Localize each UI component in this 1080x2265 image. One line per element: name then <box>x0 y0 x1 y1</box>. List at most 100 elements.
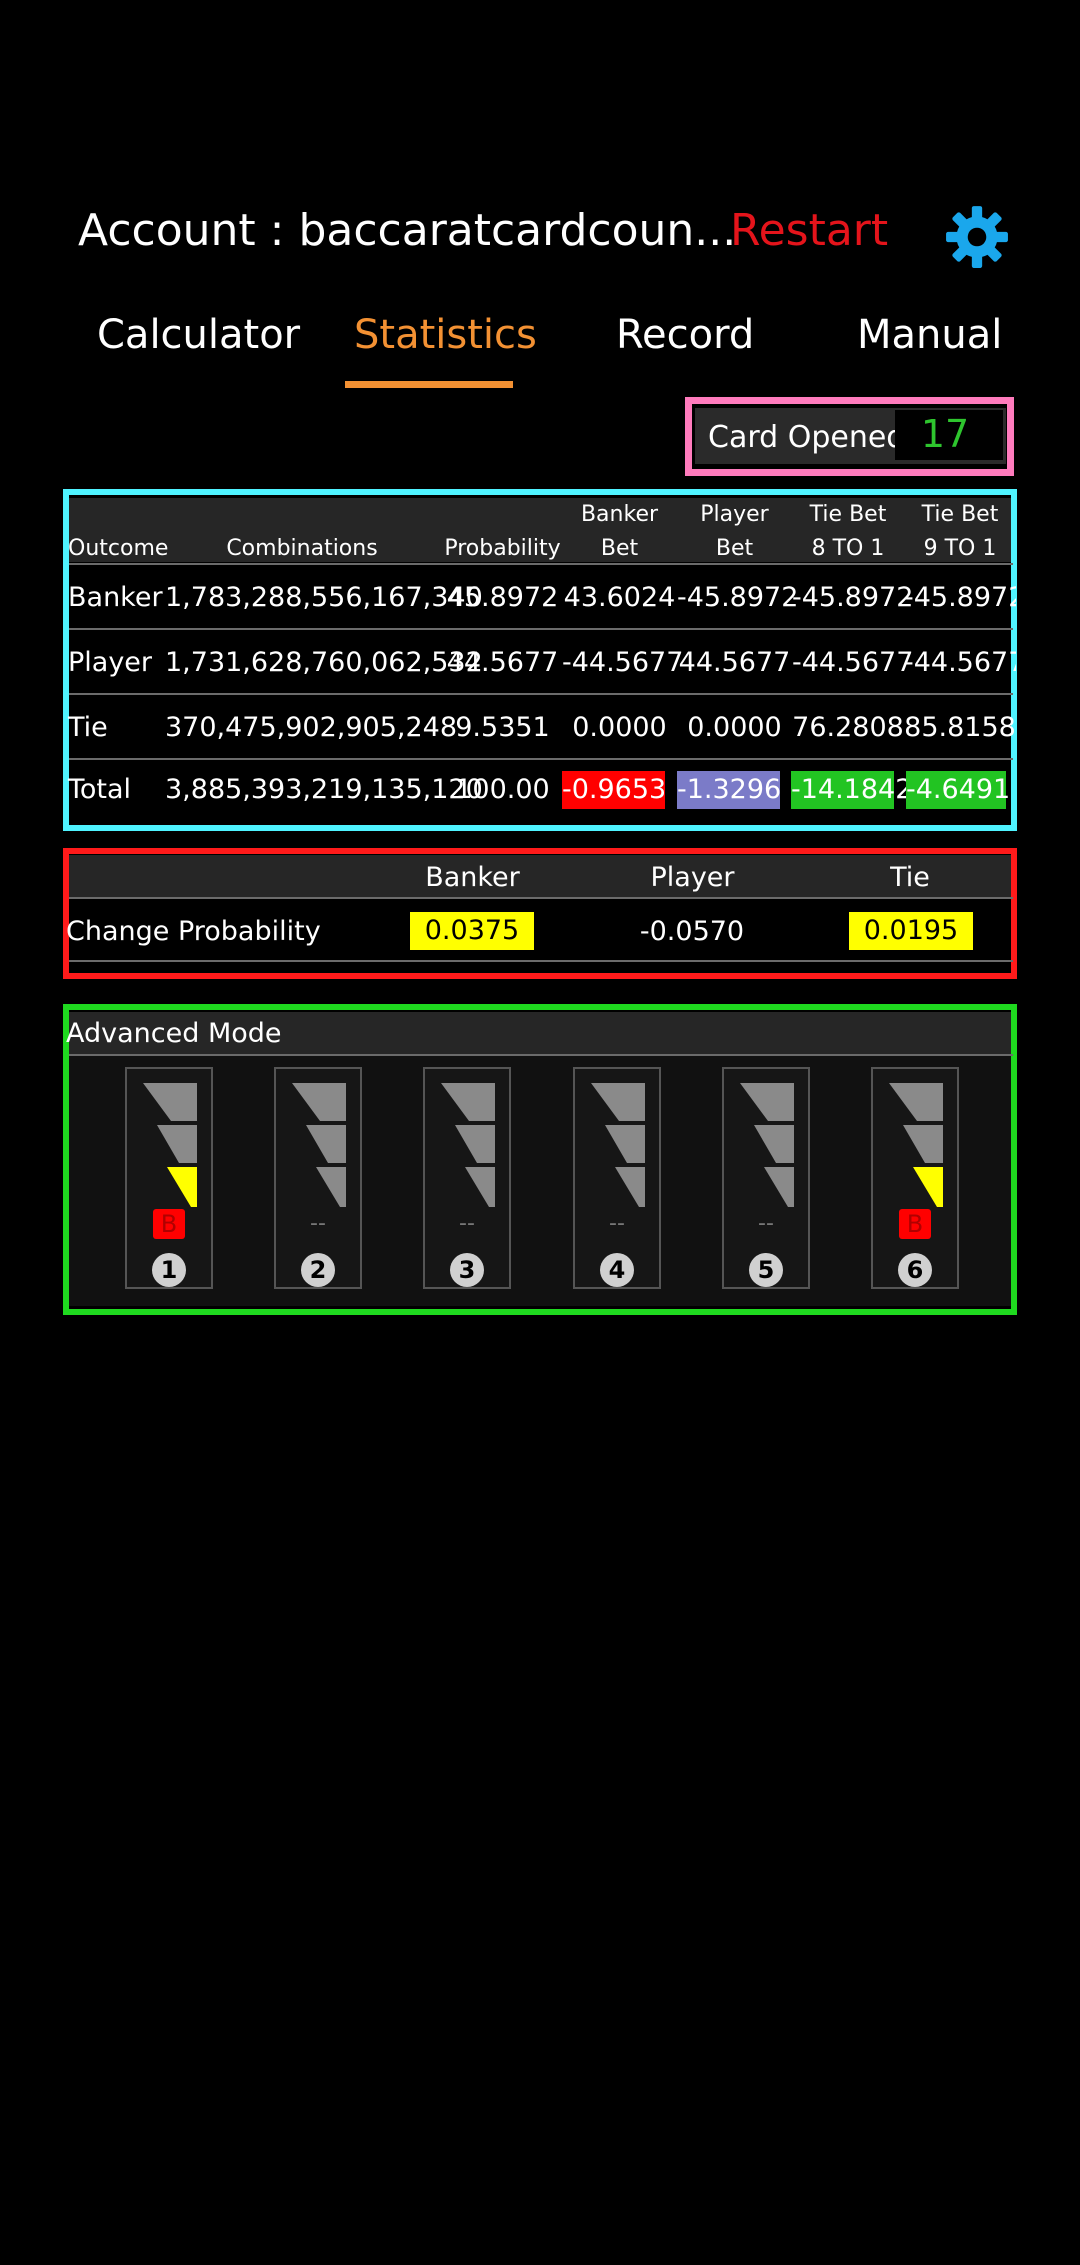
total-tie8-badge: -14.1842 <box>791 771 912 809</box>
row-tie-tie9: 85.8158 <box>904 712 1016 743</box>
level-bar <box>591 1083 645 1121</box>
header-player-bet-line1: Player <box>700 502 769 527</box>
level-bar <box>143 1083 197 1121</box>
row-tie-outcome: Tie <box>68 712 108 743</box>
shoe-number-badge: 5 <box>749 1253 783 1287</box>
table-divider <box>69 960 1013 962</box>
tab-record[interactable]: Record <box>616 312 754 358</box>
total-tie9-badge: -4.6491 <box>906 771 1010 809</box>
change-header-banker: Banker <box>425 862 520 893</box>
total-banker-bet-badge: -0.9653 <box>562 771 666 809</box>
level-bar <box>157 1125 197 1163</box>
advanced-mode-title: Advanced Mode <box>66 1018 282 1049</box>
row-total-probability: 100.00 <box>455 774 550 805</box>
row-banker-player-bet: -45.8972 <box>677 582 799 613</box>
row-banker-banker-bet: 43.6024 <box>563 582 676 613</box>
gear-icon[interactable] <box>944 204 1010 270</box>
shoe-number-badge: 4 <box>600 1253 634 1287</box>
total-player-bet-badge: -1.3296 <box>677 771 781 809</box>
empty-mark: -- <box>609 1211 625 1236</box>
shoe-level-icon <box>441 1083 495 1207</box>
shoe-number-badge: 6 <box>898 1253 932 1287</box>
row-total-combinations: 3,885,393,219,135,120 <box>165 774 483 805</box>
row-player-banker-bet: -44.5677 <box>562 647 684 678</box>
level-bar <box>889 1083 943 1121</box>
card-opened-label: Card Opened <box>708 420 906 455</box>
shoe-level-icon <box>740 1083 794 1207</box>
row-player-probability: 44.5677 <box>446 647 559 678</box>
level-bar <box>455 1125 495 1163</box>
header-tie8-line2: 8 TO 1 <box>811 536 885 561</box>
row-player-outcome: Player <box>68 647 153 678</box>
row-tie-probability: 9.5351 <box>455 712 550 743</box>
shoe-level-icon <box>889 1083 943 1207</box>
level-bar <box>441 1083 495 1121</box>
level-bar <box>764 1167 794 1207</box>
active-tab-indicator <box>345 381 513 388</box>
level-bar <box>306 1125 346 1163</box>
row-banker-tie9: -45.8972 <box>904 582 1016 613</box>
header-probability: Probability <box>444 536 561 561</box>
change-banker-value: 0.0375 <box>410 912 534 950</box>
header-tie9-line1: Tie Bet <box>921 502 999 527</box>
row-player-tie9: -44.5677 <box>904 647 1016 678</box>
change-header-tie: Tie <box>890 862 930 893</box>
row-banker-outcome: Banker <box>68 582 163 613</box>
empty-mark: -- <box>310 1211 326 1236</box>
change-tie-value: 0.0195 <box>849 912 973 950</box>
banker-mark: B <box>153 1209 185 1239</box>
level-bar <box>740 1083 794 1121</box>
row-player-tie8: -44.5677 <box>792 647 914 678</box>
level-bar <box>605 1125 645 1163</box>
shoe-level-icon <box>591 1083 645 1207</box>
level-bar <box>316 1167 346 1207</box>
header-combinations: Combinations <box>226 536 378 561</box>
row-tie-player-bet: 0.0000 <box>687 712 782 743</box>
row-tie-banker-bet: 0.0000 <box>572 712 667 743</box>
card-opened-value: 17 <box>920 412 970 456</box>
row-total-outcome: Total <box>68 774 132 805</box>
row-player-combinations: 1,731,628,760,062,532 <box>165 647 483 678</box>
level-bar-active <box>167 1167 197 1207</box>
tab-statistics[interactable]: Statistics <box>354 312 537 358</box>
change-probability-label: Change Probability <box>66 916 321 947</box>
level-bar <box>754 1125 794 1163</box>
tab-calculator[interactable]: Calculator <box>97 312 300 358</box>
row-banker-probability: 45.8972 <box>446 582 559 613</box>
header-tie8-line1: Tie Bet <box>809 502 887 527</box>
shoe-number-badge: 3 <box>450 1253 484 1287</box>
row-banker-combinations: 1,783,288,556,167,340 <box>165 582 483 613</box>
row-tie-tie8: 76.2808 <box>792 712 904 743</box>
level-bar <box>615 1167 645 1207</box>
table-divider <box>69 758 1013 760</box>
level-bar <box>465 1167 495 1207</box>
level-bar <box>292 1083 346 1121</box>
account-label: Account : baccaratcardcoun... <box>78 205 737 256</box>
panel-divider <box>69 1054 1013 1056</box>
header-outcome: Outcome <box>68 536 169 561</box>
empty-mark: -- <box>459 1211 475 1236</box>
row-tie-combinations: 370,475,902,905,248 <box>165 712 458 743</box>
shoe-number-badge: 2 <box>301 1253 335 1287</box>
row-player-player-bet: 44.5677 <box>678 647 791 678</box>
banker-mark: B <box>899 1209 931 1239</box>
header-tie9-line2: 9 TO 1 <box>923 536 997 561</box>
table-divider <box>69 693 1013 695</box>
table-divider <box>69 628 1013 630</box>
header-banker-bet-line1: Banker <box>580 502 659 527</box>
level-bar <box>903 1125 943 1163</box>
row-banker-tie8: -45.8972 <box>792 582 914 613</box>
empty-mark: -- <box>758 1211 774 1236</box>
tab-manual[interactable]: Manual <box>857 312 1002 358</box>
shoe-level-icon <box>143 1083 197 1207</box>
change-header-player: Player <box>650 862 735 893</box>
table-divider <box>69 563 1013 565</box>
shoe-number-badge: 1 <box>152 1253 186 1287</box>
header-banker-bet-line2: Bet <box>600 536 639 561</box>
change-player-value: -0.0570 <box>639 916 745 947</box>
level-bar-active <box>913 1167 943 1207</box>
table-divider <box>69 897 1013 899</box>
restart-button[interactable]: Restart <box>730 205 888 256</box>
shoe-level-icon <box>292 1083 346 1207</box>
header-player-bet-line2: Bet <box>715 536 754 561</box>
